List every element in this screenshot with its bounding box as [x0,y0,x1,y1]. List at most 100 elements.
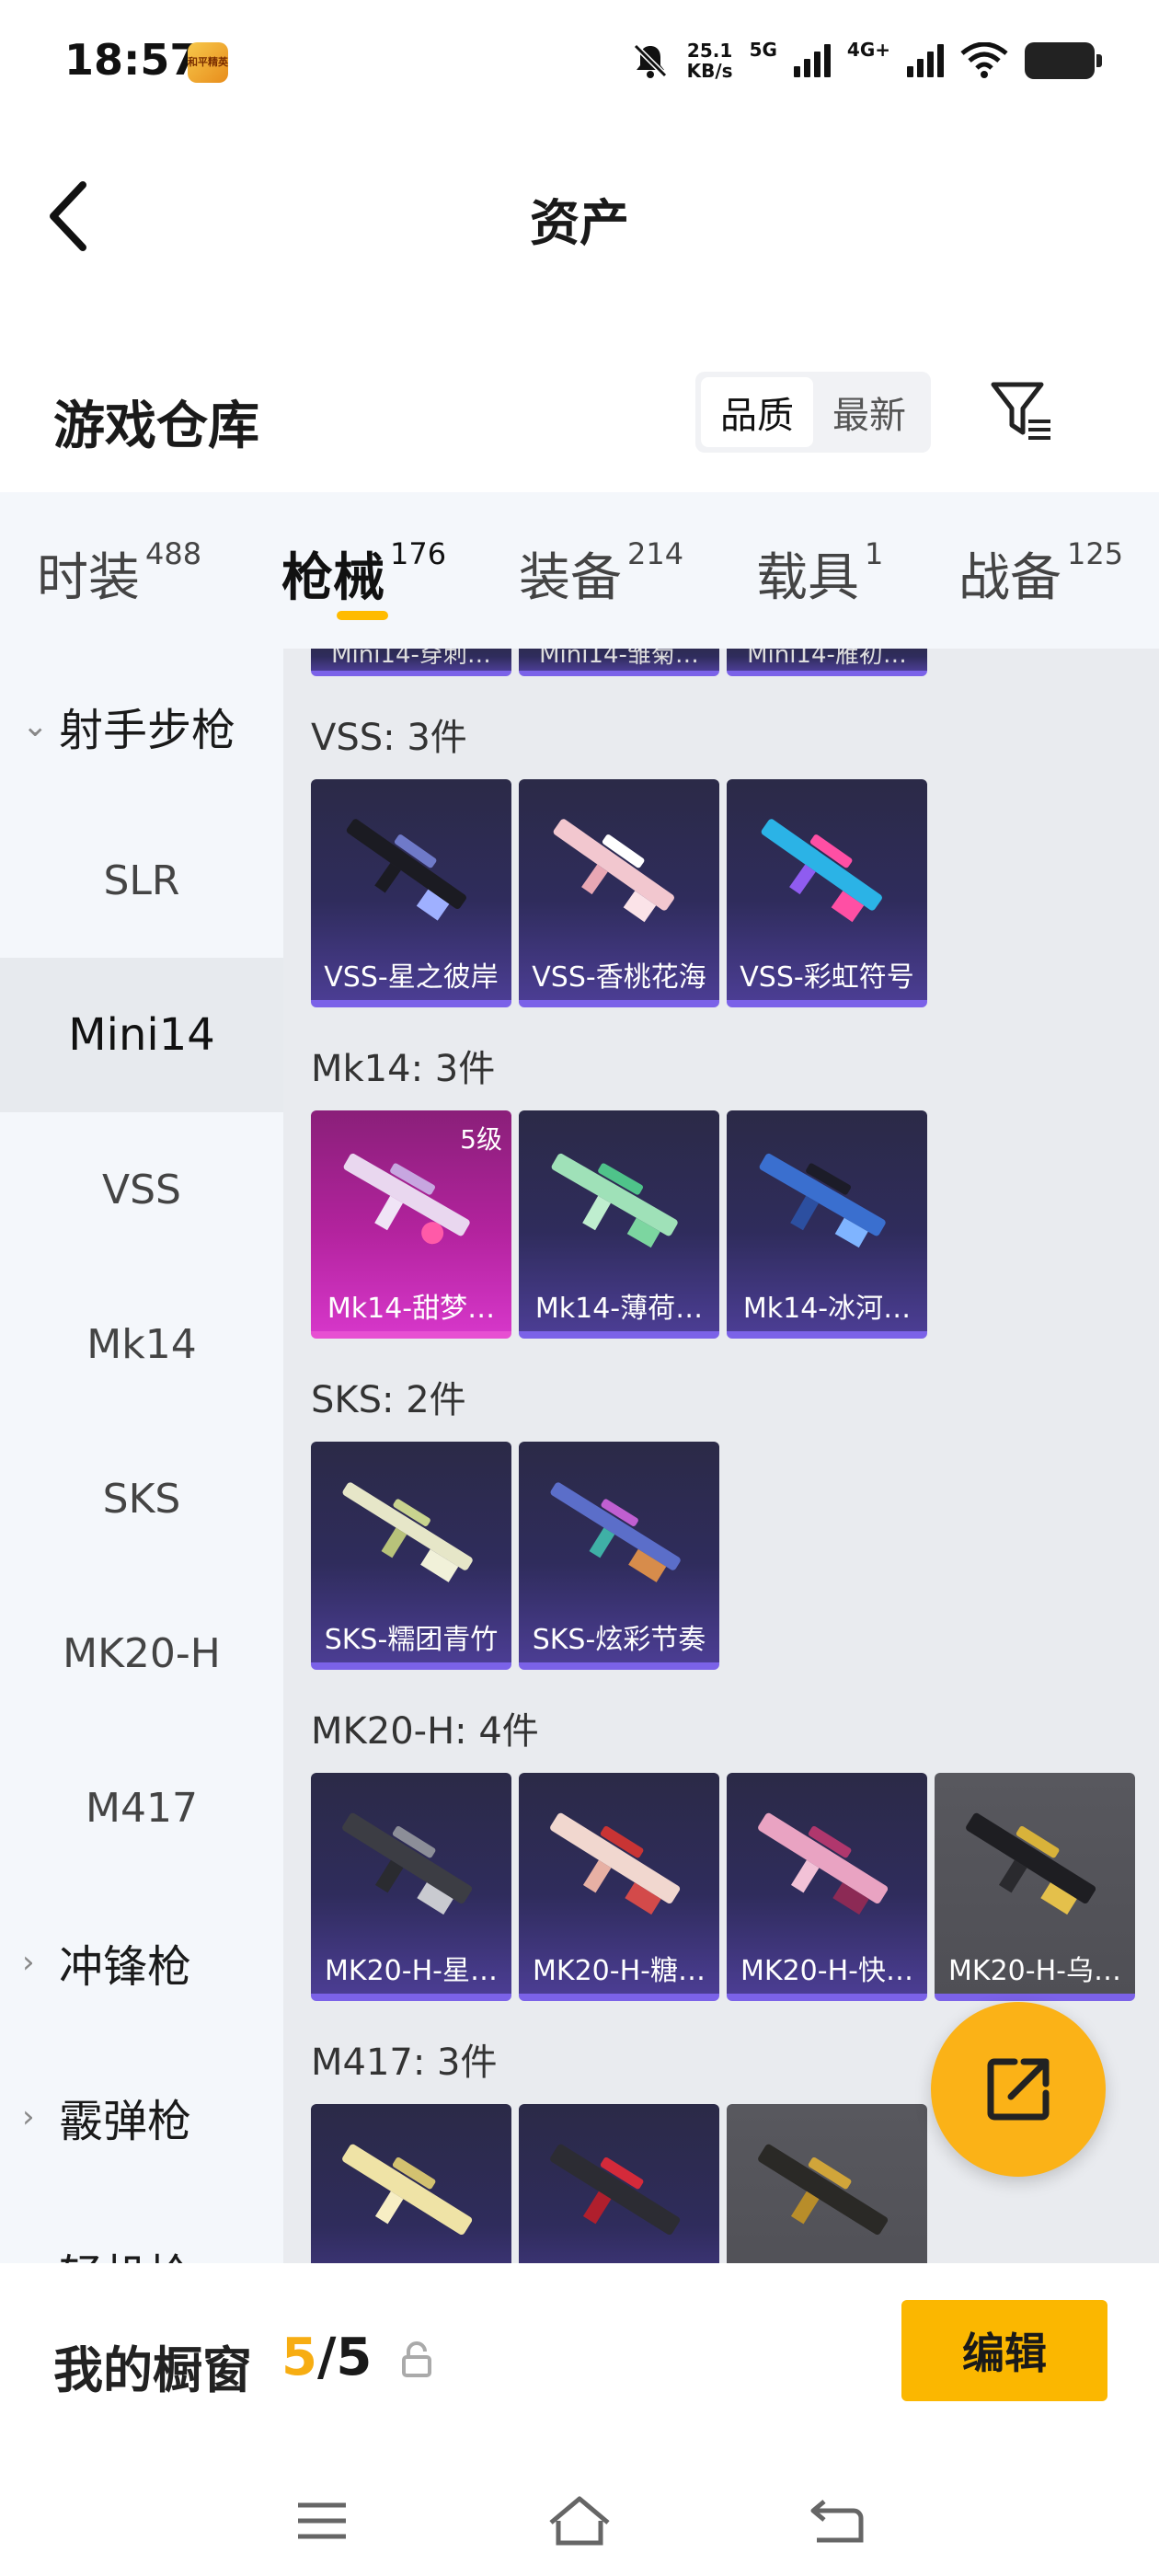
sidebar-item-sks[interactable]: SKS [0,1421,283,1576]
tab-supplies[interactable]: 战备 125 [958,536,1123,611]
rifle-skin-image [550,1482,681,1582]
weapon-card[interactable]: SKS-炫彩节奏 [519,1442,719,1670]
chevron-right-icon: › [22,1944,35,1981]
tab-fashion[interactable]: 时装 488 [37,536,201,611]
sort-quality-button[interactable]: 品质 [701,377,813,447]
weapon-card[interactable]: MK20-H-糖… [519,1773,719,2001]
rifle-skin-image [551,1153,678,1248]
rifle-skin-image [550,2144,681,2236]
level-badge: 5级 [460,1124,502,1155]
section-title-vss: VSS: 3件 [311,717,467,759]
active-tab-indicator [337,611,388,620]
sidebar-item-slr[interactable]: SLR [0,803,283,958]
weapon-card[interactable] [519,2104,719,2263]
weapon-sidebar: ⌄ 射手步枪 SLR Mini14 VSS Mk14 SKS MK20-H M4… [0,649,283,2263]
weapon-card[interactable]: Mini14-雏菊… [519,649,719,676]
weapon-card[interactable]: VSS-彩虹符号 [727,779,927,1007]
speed-value: 25.1 [686,40,733,62]
sidebar-item-vss[interactable]: VSS [0,1112,283,1267]
tab-vehicles[interactable]: 载具 1 [756,536,883,611]
menu-icon [298,2502,346,2539]
share-icon [987,2058,1050,2121]
back-arrow-icon [810,2500,864,2543]
weapon-card[interactable]: Mini14-穿刺… [311,649,511,676]
sort-newest-button[interactable]: 最新 [813,377,925,447]
tab-count: 125 [1067,536,1124,571]
sidebar-group-smg[interactable]: › 冲锋枪 [22,1885,191,2040]
tab-label: 时装 [37,548,140,608]
sidebar-group-marksman[interactable]: ⌄ 射手步枪 [22,649,235,803]
weapon-card[interactable]: MK20-H-乌… [935,1773,1135,2001]
status-bar: 18:57 和平精英 25.1 KB/s 5G 4G+ [0,0,1159,129]
showcase-separator: / [316,2328,337,2387]
system-nav-bar [0,2484,1159,2576]
weapon-card[interactable]: MK20-H-快… [727,1773,927,2001]
weapon-card[interactable]: Mk14-薄荷… [519,1110,719,1339]
speed-unit: KB/s [686,60,733,82]
header: 资产 [0,129,1159,294]
sidebar-group-label: 轻机枪 [59,2239,191,2263]
status-time: 18:57 [64,35,200,85]
menu-nav-button[interactable] [285,2484,359,2558]
sidebar-group-label: 冲锋枪 [59,1941,192,1993]
sidebar-group-label: 霰弹枪 [59,2096,192,2147]
weapon-card[interactable]: SKS-糯团青竹 [311,1442,511,1670]
sidebar-item-m417[interactable]: M417 [0,1731,283,1885]
back-nav-button[interactable] [800,2484,874,2558]
tab-label: 枪械 [281,548,384,608]
sidebar-group-lmg[interactable]: › 轻机枪 [22,2194,191,2263]
weapon-name: Mk14-薄荷… [534,1293,704,1325]
rifle-skin-image [342,1812,473,1915]
weapon-card[interactable]: VSS-香桃花海 [519,779,719,1007]
weapon-card[interactable]: Mini14-雁初… [727,649,927,676]
weapon-name: MK20-H-乌… [948,1955,1121,1987]
tab-label: 载具 [756,548,859,608]
tab-label: 战备 [958,548,1061,608]
showcase-total: 5 [336,2328,373,2387]
filter-button[interactable] [990,379,1054,443]
weapon-name: VSS-星之彼岸 [324,961,499,994]
home-nav-button[interactable] [543,2484,616,2558]
rifle-skin-image [346,819,466,921]
battery-icon [1025,42,1102,79]
weapon-card[interactable] [727,2104,927,2263]
weapon-card[interactable]: 5级 Mk14-甜梦… [311,1110,511,1339]
weapon-name: MK20-H-快… [740,1955,913,1987]
rifle-skin-image [758,1812,889,1915]
weapon-card[interactable]: MK20-H-星… [311,1773,511,2001]
share-button[interactable] [931,2002,1106,2177]
sidebar-item-mk14[interactable]: Mk14 [0,1267,283,1421]
rifle-skin-image [759,1153,886,1248]
edit-showcase-button[interactable]: 编辑 [901,2300,1107,2401]
network-speed: 25.1 KB/s [687,40,733,81]
tab-count: 488 [145,536,202,571]
weapon-name: Mk14-冰河… [742,1293,912,1325]
filter-icon [991,382,1050,440]
tab-firearms[interactable]: 枪械 176 [281,536,446,611]
weapon-card[interactable] [311,2104,511,2263]
rifle-skin-image [761,819,882,923]
chevron-right-icon: › [22,2253,59,2263]
sidebar-item-mini14[interactable]: Mini14 [0,958,283,1112]
showcase-current: 5 [281,2328,317,2387]
weapon-name: Mini14-雏菊… [539,649,699,669]
weapon-card[interactable]: VSS-星之彼岸 [311,779,511,1007]
section-title-m417: M417: 3件 [311,2041,498,2084]
weapon-card[interactable]: Mk14-冰河… [727,1110,927,1339]
weapon-name: VSS-香桃花海 [532,961,706,994]
sidebar-group-shotgun[interactable]: › 霰弹枪 [22,2040,191,2194]
category-tabs: 时装 488 枪械 176 装备 214 载具 1 战备 125 [0,492,1159,649]
tab-equipment[interactable]: 装备 214 [519,536,683,611]
weapon-name: VSS-彩虹符号 [740,961,914,994]
chevron-right-icon: › [22,2099,35,2135]
tab-count: 214 [627,536,684,571]
weapon-name: Mini14-雁初… [747,649,907,669]
tab-count: 176 [390,536,447,571]
showcase-panel: 我的橱窗 5/5 编辑 [0,2263,1159,2576]
sort-toggle: 品质 最新 [695,372,931,453]
section-title-mk14: Mk14: 3件 [311,1048,496,1090]
sidebar-item-mk20h[interactable]: MK20-H [0,1576,283,1731]
section-title-mk20h: MK20-H: 4件 [311,1710,539,1753]
status-icons: 25.1 KB/s 5G 4G+ [630,33,1102,88]
game-app-icon: 和平精英 [188,42,228,83]
